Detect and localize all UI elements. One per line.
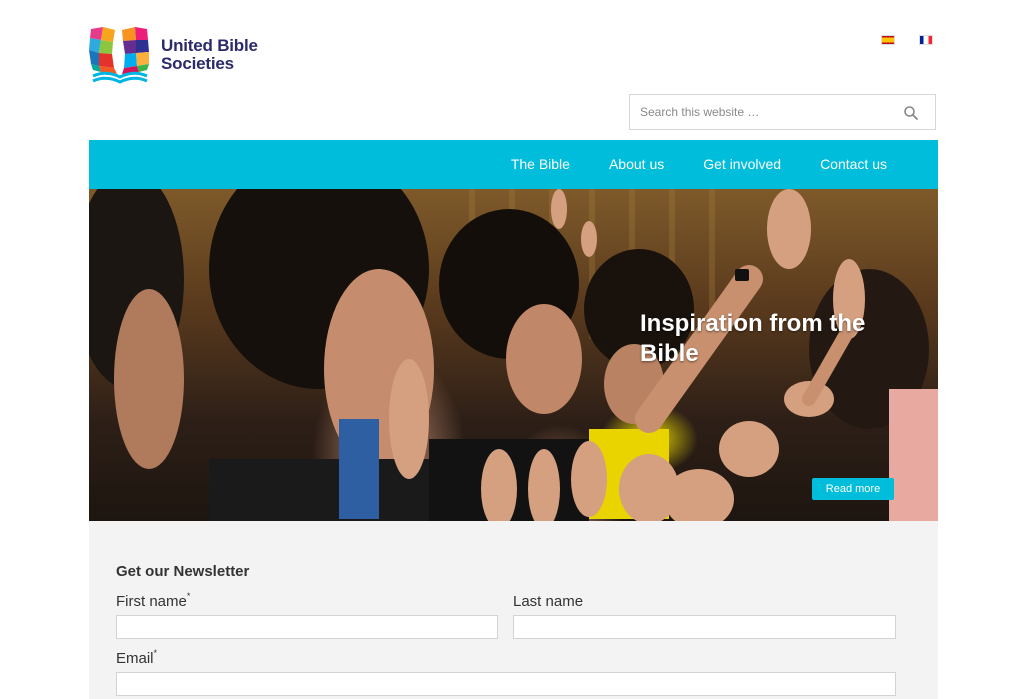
page: United Bible Societies The Bible About u… [89, 0, 938, 699]
bible-logo-icon [89, 27, 149, 84]
site-name: United Bible Societies [161, 37, 258, 73]
hero-banner: Inspiration from the Bible Read more [89, 189, 938, 521]
first-name-label: First name* [116, 591, 191, 610]
newsletter-title: Get our Newsletter [116, 563, 250, 580]
hero-title: Inspiration from the Bible [640, 310, 866, 367]
search-box [629, 94, 936, 130]
nav-item-about-us[interactable]: About us [609, 140, 664, 189]
language-switcher [881, 35, 933, 45]
email-field[interactable] [116, 672, 896, 696]
site-name-line2: Societies [161, 54, 234, 73]
main-nav: The Bible About us Get involved Contact … [89, 140, 938, 189]
read-more-button[interactable]: Read more [812, 478, 894, 500]
last-name-label: Last name [513, 593, 584, 610]
nav-item-contact-us[interactable]: Contact us [820, 140, 887, 189]
spain-flag-icon[interactable] [881, 35, 895, 45]
required-marker: * [153, 648, 158, 658]
newsletter-section: Get our Newsletter First name* Last name… [89, 521, 938, 699]
site-logo[interactable]: United Bible Societies [89, 26, 279, 86]
email-label: Email* [116, 648, 158, 667]
site-name-line1: United Bible [161, 36, 258, 55]
nav-item-the-bible[interactable]: The Bible [511, 140, 570, 189]
first-name-field[interactable] [116, 615, 498, 639]
france-flag-icon[interactable] [919, 35, 933, 45]
first-name-label-text: First name [116, 593, 187, 610]
last-name-field[interactable] [513, 615, 896, 639]
search-icon[interactable] [903, 105, 919, 121]
nav-item-get-involved[interactable]: Get involved [703, 140, 781, 189]
search-input[interactable] [630, 95, 910, 129]
required-marker: * [186, 591, 191, 601]
email-label-text: Email [116, 650, 154, 667]
